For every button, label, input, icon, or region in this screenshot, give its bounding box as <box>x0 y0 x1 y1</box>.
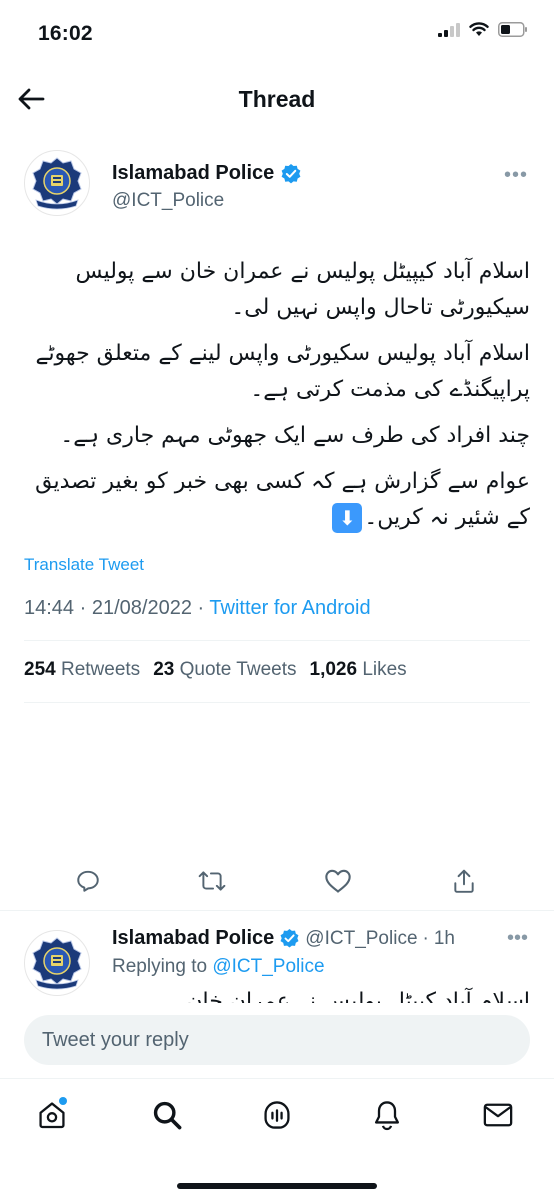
tweet-text: اسلام آباد کیپیٹل پولیس نے عمران خان سے … <box>24 254 530 546</box>
quotes-stat[interactable]: 23 Quote Tweets <box>153 659 296 681</box>
tweet-paragraph: اسلام آباد کیپیٹل پولیس نے عمران خان سے … <box>75 259 530 320</box>
reply-icon <box>77 870 99 892</box>
reply-tweet[interactable]: Islamabad Police @ICT_Police · 1h ••• Re… <box>0 925 554 1003</box>
reply-author-handle[interactable]: @ICT_Police <box>305 928 417 950</box>
tweet-source-link[interactable]: Twitter for Android <box>209 597 370 619</box>
home-notification-dot <box>59 1097 67 1105</box>
police-badge-icon <box>32 157 82 210</box>
retweets-label: Retweets <box>60 659 141 680</box>
reply-more-options-button[interactable]: ••• <box>507 927 528 950</box>
reply-author-name[interactable]: Islamabad Police <box>112 927 274 950</box>
verified-badge-icon <box>280 928 299 948</box>
divider <box>24 640 530 641</box>
reply-input[interactable] <box>24 1015 530 1065</box>
reply-composer <box>0 1003 554 1077</box>
tweet-time: 14:44 <box>24 597 75 619</box>
signal-icon <box>438 22 460 37</box>
avatar[interactable] <box>24 150 90 216</box>
status-icons <box>438 22 528 37</box>
retweets-count: 254 <box>24 659 56 680</box>
share-icon <box>454 869 474 893</box>
tweet-paragraph: چند افراد کی طرف سے ایک جھوٹی مہم جاری ہ… <box>60 423 530 448</box>
meta-separator: · <box>79 597 87 619</box>
nav-bar: Thread <box>0 70 554 130</box>
translate-tweet-link[interactable]: Translate Tweet <box>24 555 144 575</box>
divider <box>24 702 530 703</box>
quotes-count: 23 <box>153 659 175 680</box>
verified-badge-icon <box>281 163 301 183</box>
tab-spaces[interactable] <box>257 1095 297 1135</box>
replying-to-prefix: Replying to <box>112 956 208 977</box>
author-name[interactable]: Islamabad Police <box>112 162 302 185</box>
avatar[interactable] <box>24 930 90 996</box>
tweet-paragraph: عوام سے گزارش ہے کہ کسی بھی خبر کو بغیر … <box>35 469 530 530</box>
reply-separator: · <box>422 927 429 949</box>
spaces-icon <box>264 1101 290 1129</box>
reply-text-preview: اسلام آباد کیپٹل پولیس نے عمران خان <box>186 989 530 1003</box>
likes-count: 1,026 <box>309 659 358 680</box>
divider <box>0 910 554 911</box>
like-button[interactable] <box>321 864 355 898</box>
status-time: 16:02 <box>38 22 93 45</box>
page-title: Thread <box>238 86 316 112</box>
reply-header: Islamabad Police @ICT_Police · 1h <box>112 927 455 950</box>
reply-button[interactable] <box>71 864 105 898</box>
tab-search[interactable] <box>147 1095 187 1135</box>
bottom-tab-bar <box>0 1078 554 1200</box>
wifi-icon <box>469 22 489 36</box>
battery-icon <box>498 22 527 37</box>
retweet-icon <box>198 871 226 891</box>
tweet-paragraph-last: عوام سے گزارش ہے کہ کسی بھی خبر کو بغیر … <box>24 464 530 536</box>
replying-to-handle[interactable]: @ICT_Police <box>212 956 324 977</box>
home-indicator <box>177 1183 377 1189</box>
status-bar: 16:02 <box>0 0 554 64</box>
tweet-date: 21/08/2022 <box>91 597 192 619</box>
tab-messages[interactable] <box>478 1095 518 1135</box>
mail-icon <box>483 1103 513 1127</box>
tab-notifications[interactable] <box>367 1095 407 1135</box>
tweet-actions <box>0 716 554 893</box>
retweet-button[interactable] <box>195 864 229 898</box>
reply-age: 1h <box>433 927 455 949</box>
search-icon <box>153 1101 182 1130</box>
more-options-button[interactable]: ••• <box>504 164 528 187</box>
author-name-text: Islamabad Police <box>112 162 275 184</box>
retweets-stat[interactable]: 254 Retweets <box>24 659 140 681</box>
quotes-label: Quote Tweets <box>179 659 297 680</box>
bell-icon <box>375 1101 400 1131</box>
heart-icon <box>325 869 351 893</box>
replying-to: Replying to @ICT_Police <box>112 956 325 978</box>
likes-stat[interactable]: 1,026 Likes <box>310 659 407 681</box>
share-button[interactable] <box>447 864 481 898</box>
author-handle[interactable]: @ICT_Police <box>112 190 224 212</box>
meta-separator: · <box>197 597 205 619</box>
tweet-paragraph: اسلام آباد پولیس سکیورٹی واپس لینے کے مت… <box>35 341 530 402</box>
tweet-stats: 254 Retweets 23 Quote Tweets 1,026 Likes <box>24 659 407 681</box>
down-arrow-emoji-icon: ⬇ <box>332 503 363 533</box>
tab-home[interactable] <box>32 1095 72 1135</box>
likes-label: Likes <box>362 659 407 680</box>
tweet-meta: 14:44 · 21/08/2022 · Twitter for Android <box>24 597 371 620</box>
police-badge-icon <box>32 937 82 990</box>
